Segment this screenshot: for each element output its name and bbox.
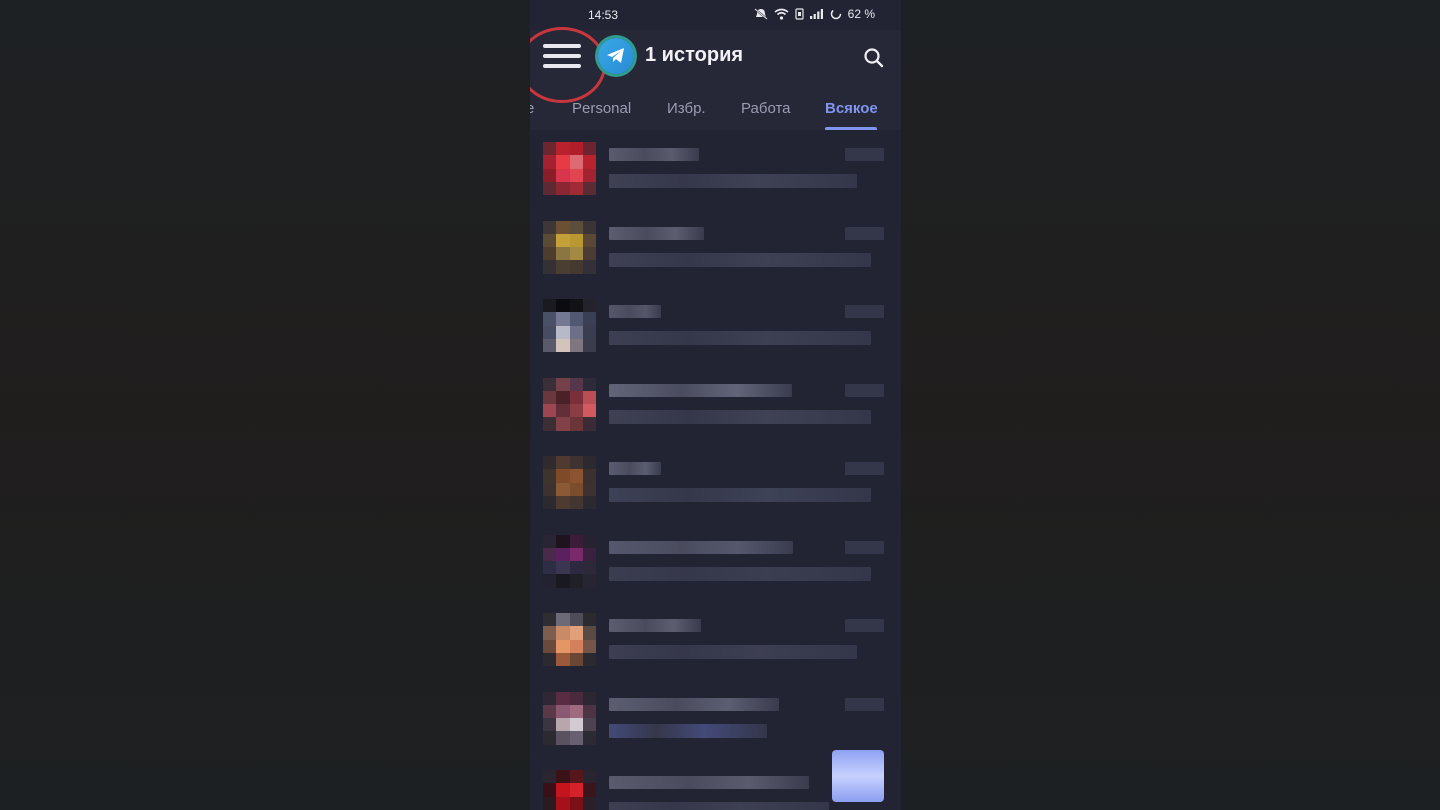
status-bar: 14:53 62 % bbox=[530, 0, 901, 30]
battery-ring-icon bbox=[830, 8, 841, 20]
app-header: 1 история е Personal Избр. Работа Всякое bbox=[530, 27, 901, 130]
status-icons: 62 % bbox=[754, 7, 875, 21]
phone-screen: 14:53 62 % 1 история е Personal Избр. Ра… bbox=[530, 0, 901, 810]
hamburger-menu-icon bbox=[543, 44, 581, 48]
chat-row[interactable] bbox=[530, 209, 901, 288]
chat-row[interactable] bbox=[530, 601, 901, 680]
chat-name-blurred bbox=[609, 383, 792, 397]
chat-list bbox=[530, 130, 901, 810]
chat-name-blurred bbox=[609, 619, 701, 632]
chat-row[interactable] bbox=[530, 680, 901, 759]
chat-name-blurred bbox=[609, 226, 704, 240]
hamburger-menu-line bbox=[543, 64, 581, 68]
chat-name-blurred bbox=[609, 776, 809, 789]
chat-name-blurred bbox=[609, 697, 779, 711]
avatar bbox=[543, 613, 596, 666]
avatar bbox=[543, 534, 596, 588]
avatar bbox=[543, 377, 596, 431]
avatar bbox=[543, 456, 596, 509]
left-backdrop bbox=[0, 0, 530, 810]
tab-personal[interactable]: Personal bbox=[572, 100, 631, 117]
chat-row[interactable] bbox=[530, 444, 901, 523]
tab-favorites[interactable]: Избр. bbox=[667, 100, 706, 117]
avatar bbox=[543, 691, 596, 745]
chat-message-blurred bbox=[609, 723, 767, 738]
chat-row[interactable] bbox=[530, 523, 901, 602]
chat-time-blurred bbox=[845, 540, 884, 554]
tab-misc[interactable]: Всякое bbox=[825, 100, 878, 117]
chat-message-blurred bbox=[609, 409, 871, 424]
chat-time-blurred bbox=[845, 148, 884, 161]
chat-time-blurred bbox=[845, 305, 884, 318]
chat-message-blurred bbox=[609, 645, 857, 659]
menu-button[interactable] bbox=[530, 27, 606, 103]
chat-row[interactable] bbox=[530, 130, 901, 209]
search-button[interactable] bbox=[860, 44, 888, 72]
avatar bbox=[543, 299, 596, 352]
status-time: 14:53 bbox=[588, 8, 619, 22]
paper-plane-icon bbox=[607, 48, 624, 63]
mute-alarm-icon bbox=[754, 8, 768, 20]
chat-time-blurred bbox=[845, 226, 884, 240]
chat-message-blurred bbox=[609, 331, 871, 345]
chat-message-blurred bbox=[609, 174, 857, 188]
chat-time-blurred bbox=[845, 462, 884, 475]
chat-name-blurred bbox=[609, 462, 661, 475]
chat-name-blurred bbox=[609, 148, 699, 161]
signal-icon bbox=[809, 9, 823, 19]
chat-row[interactable] bbox=[530, 366, 901, 445]
battery-percent: 62 % bbox=[847, 7, 875, 21]
chat-message-blurred bbox=[609, 802, 829, 810]
chat-time-blurred bbox=[845, 383, 884, 397]
avatar bbox=[543, 142, 596, 195]
avatar bbox=[543, 220, 596, 274]
hamburger-menu-line bbox=[543, 54, 581, 58]
chat-name-blurred bbox=[609, 305, 661, 318]
page-title[interactable]: 1 история bbox=[645, 44, 743, 67]
chat-row[interactable] bbox=[530, 287, 901, 366]
avatar bbox=[543, 770, 596, 810]
compose-button[interactable] bbox=[832, 750, 884, 802]
folder-tabs: е Personal Избр. Работа Всякое bbox=[530, 92, 901, 130]
wifi-icon bbox=[774, 8, 789, 20]
telegram-icon[interactable] bbox=[598, 38, 634, 74]
tab-work[interactable]: Работа bbox=[741, 100, 791, 117]
right-backdrop bbox=[901, 0, 1440, 810]
tab-partial[interactable]: е bbox=[530, 100, 534, 117]
chat-name-blurred bbox=[609, 540, 793, 554]
search-icon bbox=[864, 48, 884, 68]
chat-message-blurred bbox=[609, 252, 871, 267]
chat-time-blurred bbox=[845, 697, 884, 711]
chat-time-blurred bbox=[845, 619, 884, 632]
chat-message-blurred bbox=[609, 566, 871, 581]
sim-icon bbox=[795, 8, 804, 20]
chat-message-blurred bbox=[609, 488, 871, 502]
